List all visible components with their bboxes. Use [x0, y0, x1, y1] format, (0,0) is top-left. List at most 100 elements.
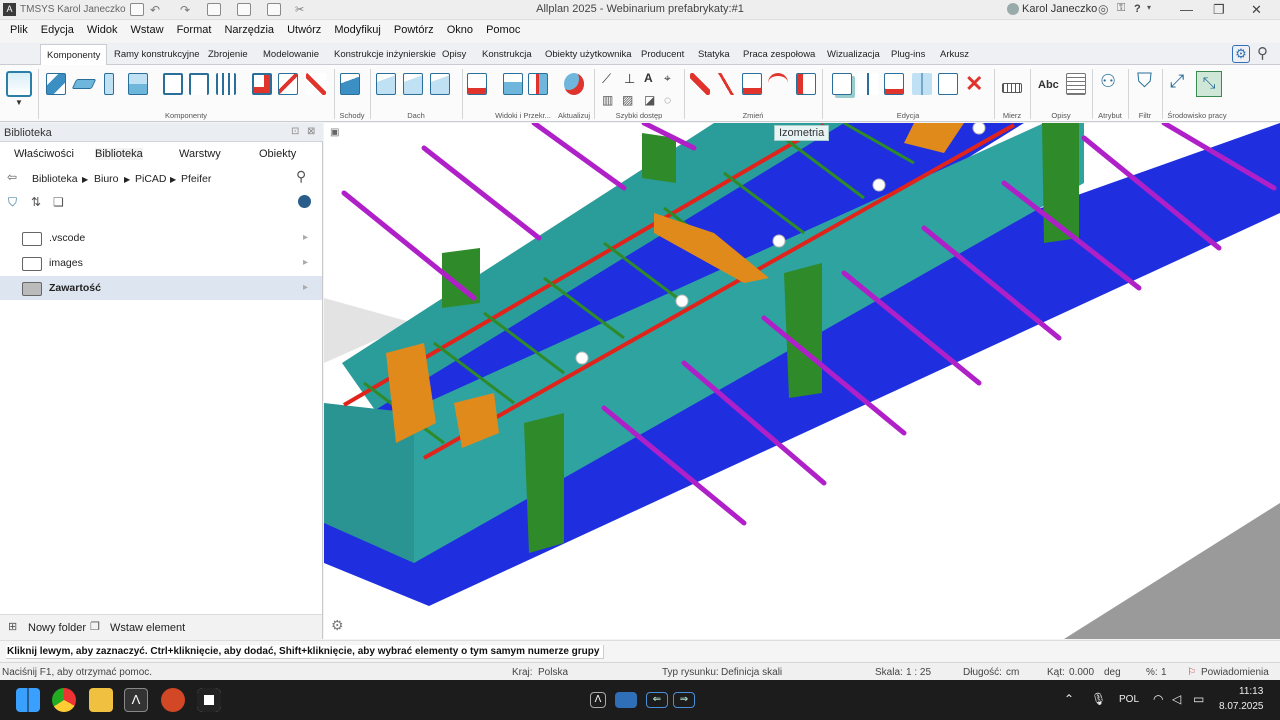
- app-icon[interactable]: [197, 688, 221, 712]
- workspace-icon[interactable]: ⤢: [1170, 71, 1184, 92]
- tab-praca-zespolowa[interactable]: Praca zespołowa: [743, 49, 815, 60]
- new-folder-icon[interactable]: ⊞: [8, 620, 17, 633]
- ribbon-main-dropdown-icon[interactable]: ▼: [15, 98, 23, 107]
- notifications-icon[interactable]: ⚐: [1187, 667, 1196, 678]
- fill-icon[interactable]: ◪: [644, 93, 655, 107]
- taskbar-forward-icon[interactable]: ⇒: [673, 692, 695, 708]
- settings-gear-icon[interactable]: ⚙: [1232, 45, 1250, 63]
- tab-arkusz[interactable]: Arkusz: [940, 49, 969, 60]
- tab-wizualizacja[interactable]: Wizualizacja: [827, 49, 880, 60]
- status-notifications[interactable]: Powiadomienia: [1201, 667, 1269, 678]
- microphone-icon[interactable]: 🎙: [1091, 692, 1106, 706]
- pin-icon[interactable]: ⊡: [291, 126, 299, 137]
- menu-okno[interactable]: Okno: [447, 20, 473, 36]
- tab-statyka[interactable]: Statyka: [698, 49, 730, 60]
- tab-obiekty[interactable]: Obiekty: [259, 148, 296, 160]
- tab-zbrojenie[interactable]: Zbrojenie: [208, 49, 248, 60]
- hatch-icon[interactable]: ▥: [602, 93, 613, 107]
- maximize-icon[interactable]: ❐: [1213, 2, 1225, 18]
- panel-close-icon[interactable]: ⊠: [307, 126, 315, 137]
- menu-edycja[interactable]: Edycja: [41, 20, 74, 36]
- tray-expand-icon[interactable]: ⌃: [1064, 692, 1074, 706]
- modify-line-icon[interactable]: [716, 73, 736, 95]
- modify-curve-icon[interactable]: [768, 73, 788, 95]
- favorites-icon[interactable]: ❏: [53, 195, 64, 209]
- allplan-icon[interactable]: Λ: [124, 688, 148, 712]
- close-icon[interactable]: ✕: [1251, 2, 1262, 18]
- key-icon[interactable]: ⚿: [1117, 2, 1125, 15]
- tab-modelowanie[interactable]: Modelowanie: [263, 49, 319, 60]
- wall-icon[interactable]: [46, 73, 66, 95]
- delete-icon[interactable]: ✕: [965, 71, 983, 97]
- menu-powtorz[interactable]: Powtórz: [394, 20, 434, 36]
- column-icon[interactable]: [104, 73, 114, 95]
- section-view-icon[interactable]: [467, 73, 487, 95]
- section-icon[interactable]: [528, 73, 548, 95]
- grid-opening-icon[interactable]: [216, 73, 236, 95]
- pattern-icon[interactable]: ▨: [622, 93, 633, 107]
- foundation-icon[interactable]: [128, 73, 148, 95]
- view-settings-icon[interactable]: ⚙: [331, 617, 344, 634]
- tab-konstrukcje-inzynierskie[interactable]: Konstrukcje inżynierskie: [334, 49, 436, 60]
- wifi-icon[interactable]: ◠: [1153, 692, 1163, 706]
- tray-time[interactable]: 11:13: [1239, 686, 1263, 697]
- breadcrumb-pfeifer[interactable]: Pfeifer: [181, 173, 211, 185]
- ribbon-main-icon[interactable]: [6, 71, 32, 97]
- attribute-icon[interactable]: ⚇: [1100, 71, 1116, 92]
- point-icon[interactable]: ⌖: [664, 71, 671, 86]
- menu-format[interactable]: Format: [177, 20, 212, 36]
- menu-widok[interactable]: Widok: [87, 20, 118, 36]
- filter-icon[interactable]: ⛉: [1137, 70, 1152, 93]
- chrome-icon[interactable]: [52, 688, 76, 712]
- measure-icon[interactable]: [1002, 83, 1022, 93]
- help-dropdown-icon[interactable]: ▾: [1147, 3, 1151, 12]
- search-icon[interactable]: ⚲: [1257, 44, 1268, 62]
- update-icon[interactable]: [564, 73, 584, 95]
- status-angle[interactable]: 0.000: [1069, 667, 1094, 678]
- component-tool-icon[interactable]: [306, 73, 326, 95]
- breadcrumb-biuro[interactable]: Biuro: [94, 173, 119, 185]
- insert-element-button[interactable]: Wstaw element: [110, 622, 185, 634]
- tab-opisy[interactable]: Opisy: [442, 49, 466, 60]
- snap-icon[interactable]: ⤡: [1196, 71, 1222, 97]
- tab-biblioteka[interactable]: Biblioteka: [95, 148, 143, 160]
- tab-producent[interactable]: Producent: [641, 49, 684, 60]
- tab-ramy-konstrukcyjne[interactable]: Ramy konstrukcyjne: [114, 49, 200, 60]
- rotate-icon[interactable]: [884, 73, 904, 95]
- help-icon[interactable]: ?: [1134, 3, 1141, 15]
- status-scale[interactable]: 1 : 25: [906, 667, 931, 678]
- dimension-icon[interactable]: ⊥: [624, 71, 635, 87]
- copy-icon[interactable]: [832, 73, 852, 95]
- tray-language[interactable]: POL: [1119, 694, 1139, 705]
- sort-icon[interactable]: ⇅: [31, 195, 41, 209]
- status-country[interactable]: Polska: [538, 667, 568, 678]
- modify-door-icon[interactable]: [796, 73, 816, 95]
- window-opening-icon[interactable]: [189, 73, 209, 95]
- label-abc-icon[interactable]: Abc: [1038, 79, 1059, 91]
- search-icon[interactable]: ⚲: [296, 168, 306, 185]
- viewport-menu-icon[interactable]: ▣: [330, 127, 339, 138]
- menu-plik[interactable]: Plik: [10, 20, 28, 36]
- tab-warstwy[interactable]: Warstwy: [179, 148, 221, 160]
- tab-obiekty-uzytkownika[interactable]: Obiekty użytkownika: [545, 49, 632, 60]
- line-icon[interactable]: ⟋: [602, 71, 611, 87]
- menu-wstaw[interactable]: Wstaw: [131, 20, 164, 36]
- new-folder-button[interactable]: Nowy folder: [28, 622, 86, 634]
- breadcrumb-biblioteka[interactable]: Biblioteka: [32, 173, 78, 185]
- minimize-icon[interactable]: —: [1180, 2, 1193, 17]
- tab-plug-ins[interactable]: Plug-ins: [891, 49, 925, 60]
- mirror-icon[interactable]: [912, 73, 932, 95]
- list-item[interactable]: Zawartość ▸: [0, 276, 322, 300]
- library-settings-icon[interactable]: [298, 195, 311, 208]
- opening-icon[interactable]: [163, 73, 183, 95]
- view-icon[interactable]: [503, 73, 523, 95]
- roof-icon[interactable]: [376, 73, 396, 95]
- modify-pencil-icon[interactable]: [690, 73, 710, 95]
- back-arrow-icon[interactable]: ⇦: [7, 170, 17, 184]
- circle-icon[interactable]: ◌: [664, 93, 671, 107]
- start-icon[interactable]: [16, 688, 40, 712]
- tab-komponenty[interactable]: Komponenty: [40, 44, 108, 66]
- powerpoint-icon[interactable]: [161, 688, 185, 712]
- user-avatar-icon[interactable]: [1007, 3, 1019, 15]
- status-length[interactable]: cm: [1006, 667, 1019, 678]
